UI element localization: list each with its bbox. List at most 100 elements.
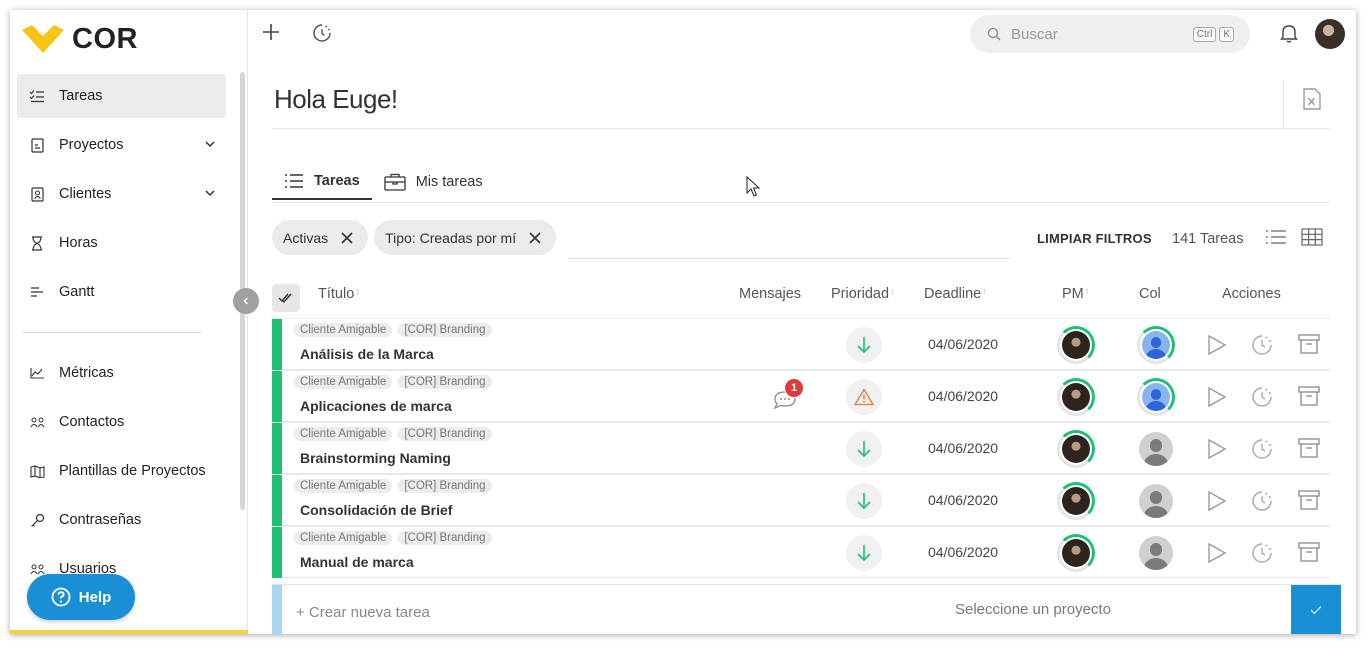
priority-warning-button[interactable] — [846, 379, 882, 415]
collaborator-avatar[interactable] — [1137, 326, 1175, 364]
column-title[interactable]: Título↕ — [318, 286, 360, 302]
timer-icon[interactable] — [1250, 489, 1274, 513]
collapse-sidebar-button[interactable] — [233, 288, 259, 314]
new-task-input[interactable]: + Crear nueva tarea — [296, 604, 430, 621]
sidebar-accent-bar — [10, 630, 248, 634]
select-all-checkbox[interactable] — [272, 284, 300, 312]
pm-avatar[interactable] — [1057, 378, 1095, 416]
filter-chip-tipo[interactable]: Tipo: Creadas por mí — [374, 220, 557, 255]
list-view-icon[interactable] — [1265, 228, 1287, 246]
deadline-date[interactable]: 04/06/2020 — [928, 492, 998, 508]
help-button[interactable]: Help — [27, 574, 135, 620]
tab-mis-tareas[interactable]: Mis tareas — [372, 164, 495, 200]
client-tag[interactable]: Cliente Amigable — [294, 323, 393, 337]
collaborator-avatar[interactable] — [1137, 430, 1175, 468]
deadline-date[interactable]: 04/06/2020 — [928, 440, 998, 456]
column-pm[interactable]: PM↕ — [1062, 286, 1089, 302]
close-icon[interactable] — [340, 231, 354, 245]
timer-icon[interactable] — [1250, 437, 1274, 461]
pm-avatar[interactable] — [1057, 482, 1095, 520]
chevron-left-icon — [243, 297, 249, 305]
sidebar-item-clientes[interactable]: Clientes — [17, 172, 226, 216]
column-priority[interactable]: Prioridad↕ — [831, 286, 895, 302]
project-tag[interactable]: [COR] Branding — [398, 323, 492, 337]
chevron-down-icon[interactable] — [204, 138, 216, 150]
client-tag[interactable]: Cliente Amigable — [294, 479, 393, 493]
sidebar-item-metricas[interactable]: Métricas — [17, 351, 226, 395]
priority-low-button[interactable] — [846, 327, 882, 363]
client-icon — [29, 186, 45, 202]
pm-avatar[interactable] — [1057, 534, 1095, 572]
table-row[interactable]: Cliente Amigable [COR] Branding Aplicaci… — [272, 370, 1330, 422]
play-icon[interactable] — [1207, 386, 1227, 408]
play-icon[interactable] — [1207, 334, 1227, 356]
archive-icon[interactable] — [1298, 542, 1320, 562]
double-check-icon — [278, 293, 292, 304]
user-avatar[interactable] — [1315, 19, 1345, 49]
priority-low-button[interactable] — [846, 483, 882, 519]
chevron-down-icon[interactable] — [204, 187, 216, 199]
sidebar-item-proyectos[interactable]: Proyectos — [17, 123, 226, 167]
task-title[interactable]: Manual de marca — [300, 554, 414, 570]
filter-input-line[interactable] — [568, 258, 1010, 259]
task-title[interactable]: Aplicaciones de marca — [300, 398, 452, 414]
messages-button[interactable]: 1 — [772, 378, 804, 415]
column-deadline[interactable]: Deadline↑ — [924, 286, 987, 302]
client-tag[interactable]: Cliente Amigable — [294, 375, 393, 389]
client-tag[interactable]: Cliente Amigable — [294, 531, 393, 545]
collaborator-avatar[interactable] — [1137, 378, 1175, 416]
archive-icon[interactable] — [1298, 438, 1320, 458]
task-title[interactable]: Brainstorming Naming — [300, 450, 451, 466]
task-title[interactable]: Análisis de la Marca — [300, 346, 434, 362]
archive-icon[interactable] — [1298, 386, 1320, 406]
clear-filters-button[interactable]: LIMPIAR FILTROS — [1037, 231, 1152, 246]
plus-icon[interactable] — [261, 22, 281, 42]
task-title[interactable]: Consolidación de Brief — [300, 502, 452, 518]
project-tag[interactable]: [COR] Branding — [398, 479, 492, 493]
search-bar[interactable]: Buscar Ctrl K — [970, 15, 1250, 53]
bell-icon[interactable] — [1279, 22, 1299, 44]
collaborator-avatar[interactable] — [1137, 534, 1175, 572]
sidebar-item-horas[interactable]: Horas — [17, 221, 226, 265]
confirm-new-task-button[interactable] — [1291, 585, 1341, 634]
priority-low-button[interactable] — [846, 535, 882, 571]
sidebar-item-plantillas[interactable]: Plantillas de Proyectos — [17, 449, 226, 493]
project-select[interactable]: Seleccione un proyecto — [955, 601, 1111, 618]
project-tag[interactable]: [COR] Branding — [398, 375, 492, 389]
close-icon[interactable] — [528, 231, 542, 245]
pm-avatar[interactable] — [1057, 430, 1095, 468]
timer-icon[interactable] — [311, 22, 333, 44]
timer-icon[interactable] — [1250, 541, 1274, 565]
priority-low-button[interactable] — [846, 431, 882, 467]
table-row[interactable]: Cliente Amigable [COR] Branding Análisis… — [272, 318, 1330, 370]
sidebar-item-contrasenas[interactable]: Contraseñas — [17, 498, 226, 542]
timer-icon[interactable] — [1250, 333, 1274, 357]
sidebar-item-contactos[interactable]: Contactos — [17, 400, 226, 444]
deadline-date[interactable]: 04/06/2020 — [928, 336, 998, 352]
pm-avatar[interactable] — [1057, 326, 1095, 364]
client-tag[interactable]: Cliente Amigable — [294, 427, 393, 441]
table-row[interactable]: Cliente Amigable [COR] Branding Consolid… — [272, 474, 1330, 526]
archive-icon[interactable] — [1298, 490, 1320, 510]
play-icon[interactable] — [1207, 490, 1227, 512]
timer-icon[interactable] — [1250, 385, 1274, 409]
project-tag[interactable]: [COR] Branding — [398, 531, 492, 545]
project-tag[interactable]: [COR] Branding — [398, 427, 492, 441]
deadline-date[interactable]: 04/06/2020 — [928, 544, 998, 560]
play-icon[interactable] — [1207, 542, 1227, 564]
collaborator-avatar[interactable] — [1137, 482, 1175, 520]
table-row[interactable]: Cliente Amigable [COR] Branding Brainsto… — [272, 422, 1330, 474]
play-icon[interactable] — [1207, 438, 1227, 460]
logo[interactable]: COR — [20, 22, 138, 56]
tab-tareas[interactable]: Tareas — [272, 164, 372, 200]
sidebar-item-tareas[interactable]: Tareas — [17, 74, 226, 118]
sidebar-item-gantt[interactable]: Gantt — [17, 270, 226, 314]
grid-view-icon[interactable] — [1301, 228, 1323, 246]
map-icon — [29, 463, 45, 479]
deadline-date[interactable]: 04/06/2020 — [928, 388, 998, 404]
excel-export-icon[interactable] — [1303, 88, 1321, 110]
kbd-k: K — [1219, 26, 1234, 42]
archive-icon[interactable] — [1298, 334, 1320, 354]
filter-chip-activas[interactable]: Activas — [272, 220, 369, 255]
table-row[interactable]: Cliente Amigable [COR] Branding Manual d… — [272, 526, 1330, 578]
